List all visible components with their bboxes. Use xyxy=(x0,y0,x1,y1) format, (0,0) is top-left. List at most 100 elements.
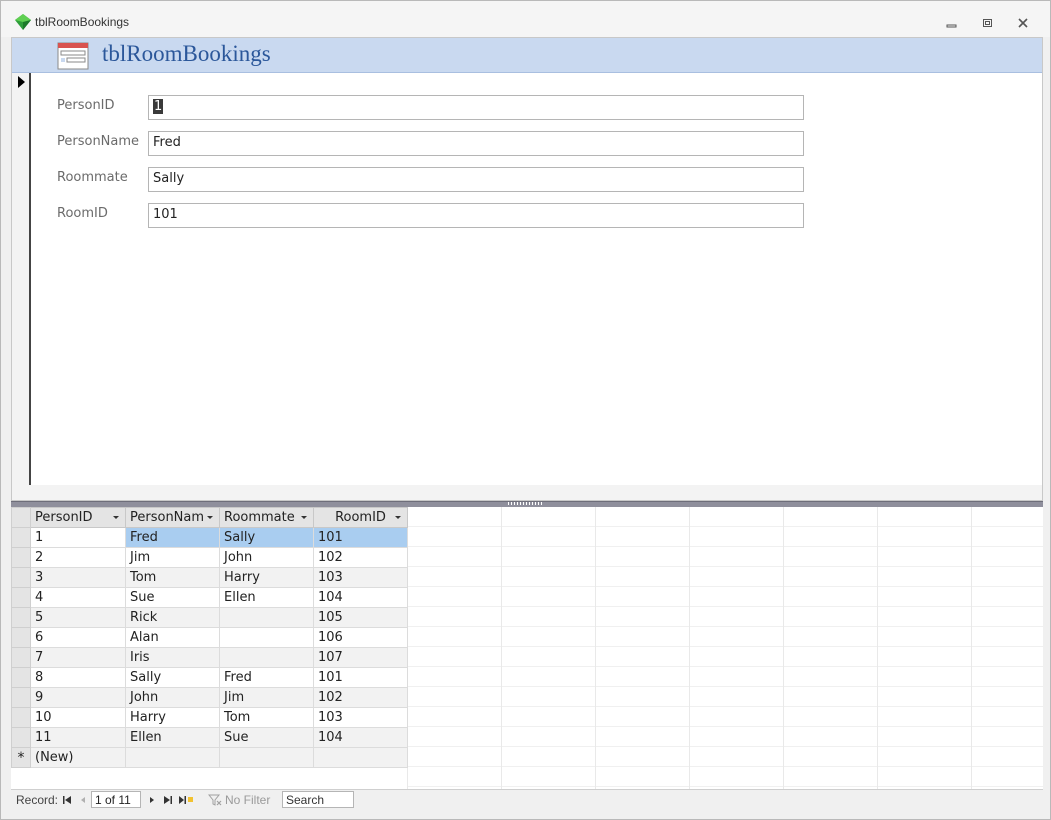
cell-roommate[interactable]: Ellen xyxy=(219,587,314,608)
cell-roomid[interactable]: 106 xyxy=(313,627,408,648)
row-selector[interactable] xyxy=(11,527,31,548)
current-record-field[interactable]: 1 of 11 xyxy=(91,791,141,808)
personname-field[interactable]: Fred xyxy=(148,131,804,156)
record-selector[interactable] xyxy=(12,73,31,485)
new-record-row[interactable]: * (New) xyxy=(11,747,408,768)
column-header-personname[interactable]: PersonNam xyxy=(125,507,220,528)
cell-personname[interactable]: Fred xyxy=(125,527,220,548)
roomid-field[interactable]: 101 xyxy=(148,203,804,228)
minimize-button[interactable] xyxy=(939,13,965,33)
new-record-icon[interactable] xyxy=(178,794,194,806)
datasheet-table: PersonID PersonNam Roommate RoomID 1 Fre… xyxy=(11,507,408,768)
table-row[interactable]: 10 Harry Tom 103 xyxy=(11,707,408,728)
column-dropdown-icon[interactable] xyxy=(113,516,119,519)
cell-personid[interactable]: 7 xyxy=(30,647,126,668)
cell-roomid[interactable]: 102 xyxy=(313,547,408,568)
cell-roommate[interactable]: John xyxy=(219,547,314,568)
table-row[interactable]: 5 Rick 105 xyxy=(11,607,408,628)
table-row[interactable]: 4 Sue Ellen 104 xyxy=(11,587,408,608)
first-record-icon[interactable] xyxy=(61,794,73,806)
cell-personname[interactable]: Tom xyxy=(125,567,220,588)
new-record-cell-empty[interactable] xyxy=(313,747,408,768)
cell-roomid[interactable]: 107 xyxy=(313,647,408,668)
new-record-cell[interactable]: (New) xyxy=(30,747,126,768)
column-dropdown-icon[interactable] xyxy=(207,516,213,519)
row-selector[interactable] xyxy=(11,607,31,628)
table-row[interactable]: 11 Ellen Sue 104 xyxy=(11,727,408,748)
row-selector[interactable] xyxy=(11,687,31,708)
cell-personid[interactable]: 8 xyxy=(30,667,126,688)
personid-field[interactable]: 1 xyxy=(148,95,804,120)
cell-personname[interactable]: Iris xyxy=(125,647,220,668)
roommate-field[interactable]: Sally xyxy=(148,167,804,192)
cell-personid[interactable]: 1 xyxy=(30,527,126,548)
cell-roommate[interactable]: Sue xyxy=(219,727,314,748)
cell-personname[interactable]: Sally xyxy=(125,667,220,688)
cell-roommate[interactable]: Tom xyxy=(219,707,314,728)
cell-roomid[interactable]: 104 xyxy=(313,727,408,748)
table-row[interactable]: 3 Tom Harry 103 xyxy=(11,567,408,588)
cell-roomid[interactable]: 104 xyxy=(313,587,408,608)
cell-roomid[interactable]: 103 xyxy=(313,567,408,588)
cell-roommate[interactable]: Harry xyxy=(219,567,314,588)
cell-personid[interactable]: 5 xyxy=(30,607,126,628)
cell-roommate[interactable] xyxy=(219,607,314,628)
cell-personname[interactable]: John xyxy=(125,687,220,708)
column-header-roommate[interactable]: Roommate xyxy=(219,507,314,528)
cell-roomid[interactable]: 102 xyxy=(313,687,408,708)
column-header-personid[interactable]: PersonID xyxy=(30,507,126,528)
cell-personname[interactable]: Jim xyxy=(125,547,220,568)
table-row[interactable]: 9 John Jim 102 xyxy=(11,687,408,708)
row-selector[interactable] xyxy=(11,667,31,688)
column-dropdown-icon[interactable] xyxy=(395,516,401,519)
last-record-icon[interactable] xyxy=(162,794,174,806)
cell-personid[interactable]: 9 xyxy=(30,687,126,708)
cell-roomid[interactable]: 103 xyxy=(313,707,408,728)
row-selector[interactable] xyxy=(11,587,31,608)
cell-personid[interactable]: 2 xyxy=(30,547,126,568)
previous-record-icon[interactable] xyxy=(77,794,89,806)
next-record-icon[interactable] xyxy=(146,794,158,806)
table-row[interactable]: 7 Iris 107 xyxy=(11,647,408,668)
table-row[interactable]: 1 Fred Sally 101 xyxy=(11,527,408,548)
close-button[interactable] xyxy=(1010,13,1036,33)
cell-roomid[interactable]: 105 xyxy=(313,607,408,628)
no-filter-button[interactable]: No Filter xyxy=(225,793,270,807)
new-record-cell-empty[interactable] xyxy=(125,747,220,768)
row-selector[interactable] xyxy=(11,547,31,568)
column-dropdown-icon[interactable] xyxy=(301,516,307,519)
row-selector[interactable] xyxy=(11,647,31,668)
table-row[interactable]: 6 Alan 106 xyxy=(11,627,408,648)
new-record-asterisk-icon[interactable]: * xyxy=(11,747,31,768)
cell-roomid[interactable]: 101 xyxy=(313,667,408,688)
datasheet: PersonID PersonNam Roommate RoomID 1 Fre… xyxy=(11,507,1043,789)
table-row[interactable]: 8 Sally Fred 101 xyxy=(11,667,408,688)
cell-personname[interactable]: Sue xyxy=(125,587,220,608)
new-record-cell-empty[interactable] xyxy=(219,747,314,768)
close-icon xyxy=(1018,18,1028,28)
cell-personid[interactable]: 10 xyxy=(30,707,126,728)
row-selector[interactable] xyxy=(11,567,31,588)
cell-roommate[interactable] xyxy=(219,647,314,668)
search-input[interactable]: Search xyxy=(282,791,354,808)
cell-personname[interactable]: Rick xyxy=(125,607,220,628)
select-all-corner[interactable] xyxy=(11,507,31,528)
cell-personname[interactable]: Ellen xyxy=(125,727,220,748)
restore-button[interactable] xyxy=(975,13,1001,33)
table-row[interactable]: 2 Jim John 102 xyxy=(11,547,408,568)
column-header-roomid[interactable]: RoomID xyxy=(313,507,408,528)
cell-personid[interactable]: 11 xyxy=(30,727,126,748)
cell-roommate[interactable]: Jim xyxy=(219,687,314,708)
cell-personname[interactable]: Alan xyxy=(125,627,220,648)
cell-roommate[interactable]: Fred xyxy=(219,667,314,688)
row-selector[interactable] xyxy=(11,707,31,728)
cell-personid[interactable]: 3 xyxy=(30,567,126,588)
row-selector[interactable] xyxy=(11,627,31,648)
cell-roommate[interactable] xyxy=(219,627,314,648)
cell-personid[interactable]: 6 xyxy=(30,627,126,648)
row-selector[interactable] xyxy=(11,727,31,748)
cell-roommate[interactable]: Sally xyxy=(219,527,314,548)
cell-personname[interactable]: Harry xyxy=(125,707,220,728)
cell-personid[interactable]: 4 xyxy=(30,587,126,608)
cell-roomid[interactable]: 101 xyxy=(313,527,408,548)
